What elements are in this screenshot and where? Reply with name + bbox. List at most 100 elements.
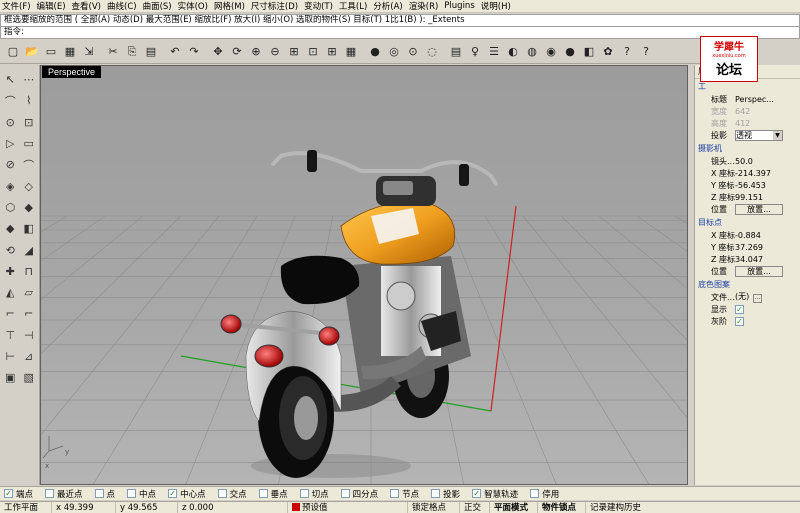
grid-icon[interactable]: ▦	[342, 43, 360, 61]
snap-icon[interactable]: ⊙	[404, 43, 422, 61]
osnap-checkbox[interactable]	[431, 489, 441, 498]
title-value[interactable]: Perspec...	[735, 95, 800, 104]
options-icon[interactable]: ◍	[523, 43, 541, 61]
osnap-option[interactable]: 中点	[127, 488, 156, 500]
tool-icon[interactable]: ⌒	[21, 157, 37, 173]
layer-icon[interactable]: ▤	[447, 43, 465, 61]
osnap-checkbox[interactable]	[299, 489, 309, 498]
ortho-toggle[interactable]: 正交	[460, 501, 490, 513]
osnap-option[interactable]: 交点	[217, 488, 247, 500]
osnap-option[interactable]: 切点	[299, 488, 329, 500]
zoom-selected-icon[interactable]: ⊡	[304, 43, 322, 61]
copy-icon[interactable]: ⎘	[123, 43, 141, 61]
tool-icon[interactable]: ⊣	[21, 327, 37, 343]
tool-icon[interactable]: ✚	[2, 263, 18, 279]
osnap-checkbox[interactable]	[94, 489, 104, 498]
file-label[interactable]: 文件...	[695, 292, 735, 303]
texture-icon[interactable]: ◧	[580, 43, 598, 61]
osnap-option[interactable]: 节点	[390, 488, 419, 500]
perspective-viewport[interactable]: x y Perspective	[40, 65, 688, 485]
menu-item[interactable]: 分析(A)	[373, 0, 408, 12]
cam-y-value[interactable]: -56.453	[735, 181, 800, 190]
zoom-dynamic-icon[interactable]: ⊖	[266, 43, 284, 61]
menu-item[interactable]: 编辑(E)	[37, 0, 72, 12]
cam-x-value[interactable]: -214.397	[735, 169, 800, 178]
osnap-checkbox[interactable]	[340, 489, 350, 498]
redo-icon[interactable]: ↷	[185, 43, 203, 61]
osnap-option[interactable]: ✓ 中心点	[168, 488, 206, 500]
osnap-option[interactable]: 点	[94, 488, 115, 500]
osnap-option[interactable]: 停用	[530, 488, 559, 500]
lock-grid-toggle[interactable]: 锁定格点	[408, 501, 460, 513]
menu-item[interactable]: 说明(H)	[481, 0, 517, 12]
tool-icon[interactable]: ◈	[2, 178, 18, 194]
sphere-icon[interactable]: ●	[561, 43, 579, 61]
menu-item[interactable]: 曲面(S)	[143, 0, 178, 12]
osnap-option[interactable]: ✓ 端点	[4, 488, 33, 500]
planar-toggle[interactable]: 平面模式	[490, 501, 538, 513]
hide-icon[interactable]: ◎	[385, 43, 403, 61]
osnap-checkbox[interactable]	[217, 489, 227, 498]
tool-icon[interactable]: ▱	[21, 285, 37, 301]
grayscale-checkbox[interactable]: ✓	[735, 316, 744, 326]
help-icon[interactable]: ?	[637, 43, 655, 61]
osnap-checkbox[interactable]	[390, 489, 400, 498]
projection-select[interactable]: 透视 ▼	[735, 129, 783, 141]
osnap-checkbox[interactable]: ✓	[472, 489, 482, 498]
layer-status[interactable]: 预设值	[288, 501, 408, 513]
import-icon[interactable]: ⇲	[80, 43, 98, 61]
menu-item[interactable]: 查看(V)	[72, 0, 107, 12]
menu-item[interactable]: 实体(O)	[178, 0, 214, 12]
tool-icon[interactable]: ⌒	[2, 93, 18, 109]
camera-icon[interactable]: ◌	[423, 43, 441, 61]
save-icon[interactable]: ▭	[42, 43, 60, 61]
target-place-button[interactable]: 放置...	[735, 265, 783, 277]
menu-item[interactable]: Plugins	[444, 1, 480, 11]
light-icon[interactable]: ♀	[466, 43, 484, 61]
render-icon[interactable]: ◐	[504, 43, 522, 61]
lens-label[interactable]: 镜头...	[695, 156, 735, 167]
tool-icon[interactable]: ⊙	[2, 114, 18, 130]
tool-icon[interactable]: ⊘	[2, 157, 18, 173]
tool-icon[interactable]: ⋯	[21, 72, 37, 88]
cam-z-value[interactable]: 99.151	[735, 193, 800, 202]
osnap-option[interactable]: 四分点	[340, 488, 378, 500]
rotate-view-icon[interactable]: ⟳	[228, 43, 246, 61]
props-icon[interactable]: ☰	[485, 43, 503, 61]
tgt-x-value[interactable]: -0.884	[735, 231, 800, 240]
undo-icon[interactable]: ↶	[166, 43, 184, 61]
menu-item[interactable]: 曲线(C)	[107, 0, 143, 12]
gear-icon[interactable]: ✿	[599, 43, 617, 61]
record-history-toggle[interactable]: 记录建构历史	[586, 502, 662, 513]
osnap-checkbox[interactable]: ✓	[4, 489, 13, 498]
osnap-option[interactable]: 垂点	[258, 488, 288, 500]
tool-icon[interactable]: ◆	[2, 221, 18, 237]
print-icon[interactable]: ▦	[61, 43, 79, 61]
osnap-option[interactable]: ✓ 智慧轨迹	[472, 488, 518, 500]
cursor-help-icon[interactable]: ?	[618, 43, 636, 61]
browse-file-button[interactable]: …	[753, 294, 763, 303]
osnap-checkbox[interactable]	[530, 489, 540, 498]
tgt-y-value[interactable]: 37.269	[735, 243, 800, 252]
osnap-checkbox[interactable]: ✓	[168, 489, 178, 498]
tool-icon[interactable]: ◢	[21, 242, 37, 258]
osnap-toggle[interactable]: 物件锁点	[538, 501, 586, 513]
viewport-title-tab[interactable]: Perspective	[42, 66, 102, 78]
show-checkbox[interactable]: ✓	[735, 304, 744, 314]
cplane-status[interactable]: 工作平面	[0, 501, 52, 513]
menu-item[interactable]: 工具(L)	[339, 0, 373, 12]
tool-icon[interactable]: ⌐	[21, 306, 37, 322]
tool-icon[interactable]: ⟲	[2, 242, 18, 258]
menu-item[interactable]: 文件(F)	[2, 0, 37, 12]
tool-icon[interactable]: ◇	[21, 178, 37, 194]
material-icon[interactable]: ◉	[542, 43, 560, 61]
pan-icon[interactable]: ✥	[209, 43, 227, 61]
menu-item[interactable]: 尺寸标注(D)	[251, 0, 304, 12]
camera-place-button[interactable]: 放置...	[735, 203, 783, 215]
tool-icon[interactable]: ⊓	[21, 263, 37, 279]
menu-item[interactable]: 网格(M)	[214, 0, 251, 12]
tool-icon[interactable]: ⌇	[21, 93, 37, 109]
osnap-option[interactable]: 最近点	[45, 488, 83, 500]
new-file-icon[interactable]: ▢	[4, 43, 22, 61]
tool-icon[interactable]: ◧	[21, 221, 37, 237]
